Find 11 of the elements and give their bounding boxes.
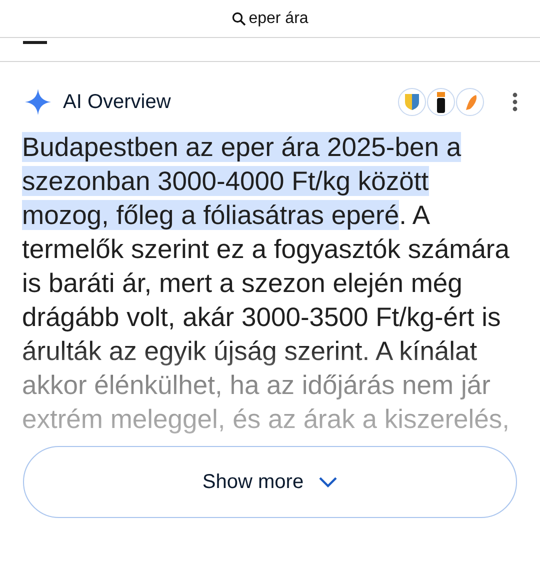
search-query[interactable]: eper ára bbox=[248, 10, 308, 28]
search-icon bbox=[232, 12, 246, 26]
sparkle-icon bbox=[24, 88, 52, 116]
show-more-button[interactable]: Show more bbox=[23, 446, 517, 518]
overview-text: Budapestben az eper ára 2025-ben a szezonban 3000-4000 Ft/kg között mozog, főleg a fóliasátras eperé. A termelők szerint ez a fogyasztók számára is baráti ár, mert a szezon elején még drágább volt, akár 3000-3500 Ft/kg-ért is árulták az egyik újság szerint. A kínálat akkor élénkülhet, ha az időjárás nem jár extrém meleggel, és az árak a kiszerelés, bbox=[22, 131, 511, 436]
menu-handle bbox=[23, 41, 47, 44]
info-icon[interactable] bbox=[427, 88, 455, 116]
chevron-down-icon bbox=[318, 476, 338, 488]
more-options-icon[interactable] bbox=[512, 92, 518, 112]
overview-title: AI Overview bbox=[63, 90, 172, 114]
shield-icon[interactable] bbox=[398, 88, 426, 116]
